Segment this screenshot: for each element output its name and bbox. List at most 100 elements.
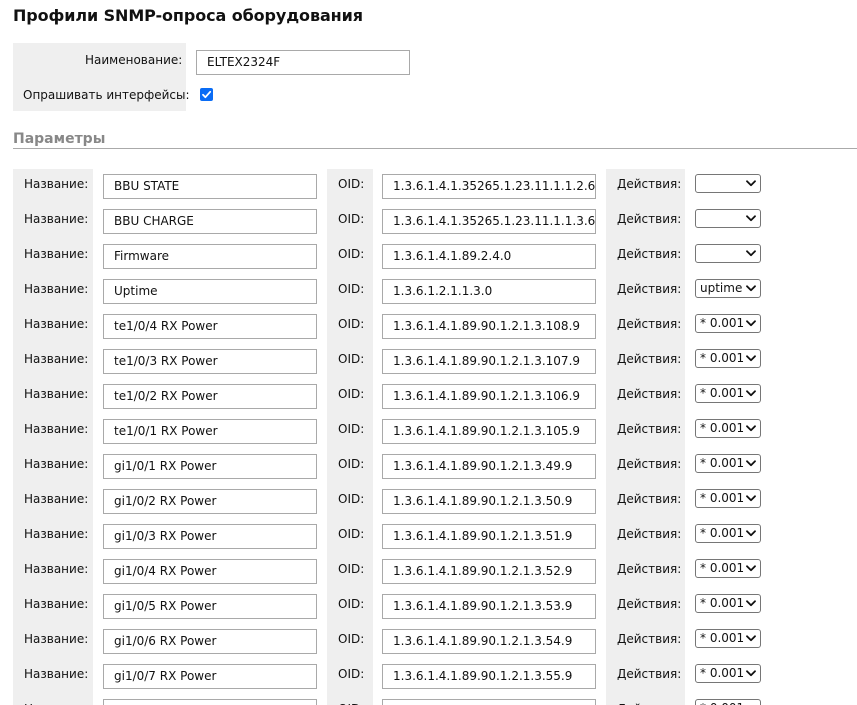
param-actions-label: Действия: (617, 177, 682, 191)
param-action-select[interactable]: * 0.001 (695, 314, 761, 333)
param-oid-label: OID: (338, 457, 365, 471)
param-oid-label: OID: (338, 562, 365, 576)
param-name-input[interactable]: gi1/0/3 RX Power (103, 524, 317, 549)
param-oid-input[interactable]: 1.3.6.1.4.1.89.90.1.2.1.3.107.9 (382, 349, 596, 374)
parameters-section-title: Параметры (13, 131, 106, 147)
chevron-down-icon (746, 285, 756, 292)
param-name-input[interactable] (103, 699, 317, 705)
param-oid-label: OID: (338, 597, 365, 611)
param-action-select[interactable]: * 0.001 (695, 349, 761, 368)
parameter-row: Название: gi1/0/5 RX Power OID: 1.3.6.1.4.1… (0, 589, 857, 624)
param-action-select[interactable]: * 0.001 (695, 489, 761, 508)
param-oid-input[interactable]: 1.3.6.1.2.1.1.3.0 (382, 279, 596, 304)
param-oid-input[interactable] (382, 699, 596, 705)
param-name-input[interactable]: Firmware (103, 244, 317, 269)
param-oid-input[interactable]: 1.3.6.1.4.1.89.90.1.2.1.3.51.9 (382, 524, 596, 549)
parameter-row: Название: te1/0/1 RX Power OID: 1.3.6.1.4.1… (0, 414, 857, 449)
param-oid-input[interactable]: 1.3.6.1.4.1.89.90.1.2.1.3.53.9 (382, 594, 596, 619)
param-oid-label: OID: (338, 632, 365, 646)
param-name-input[interactable]: gi1/0/4 RX Power (103, 559, 317, 584)
param-name-label: Название: (24, 527, 89, 541)
param-oid-input[interactable]: 1.3.6.1.4.1.89.90.1.2.1.3.105.9 (382, 419, 596, 444)
param-action-select[interactable] (695, 244, 761, 263)
profile-name-input[interactable]: ELTEX2324F (196, 50, 410, 75)
param-name-input[interactable]: gi1/0/6 RX Power (103, 629, 317, 654)
parameter-row: Название:OID:Действия:* 0.001 (0, 694, 857, 705)
param-oid-label: OID: (338, 247, 365, 261)
param-name-input[interactable]: gi1/0/5 RX Power (103, 594, 317, 619)
param-name-input[interactable]: gi1/0/1 RX Power (103, 454, 317, 479)
param-action-select[interactable]: * 0.001 (695, 699, 761, 705)
param-action-value: * 0.001 (700, 491, 745, 505)
chevron-down-icon (746, 460, 756, 467)
parameter-row: Название: BBU STATE OID: 1.3.6.1.4.1.35265.… (0, 169, 857, 204)
param-oid-label: OID: (338, 527, 365, 541)
param-action-select[interactable]: * 0.001 (695, 594, 761, 613)
param-name-label: Название: (24, 387, 89, 401)
parameter-row: Название: te1/0/3 RX Power OID: 1.3.6.1.4.1… (0, 344, 857, 379)
param-name-label: Название: (24, 212, 89, 226)
param-oid-input[interactable]: 1.3.6.1.4.1.89.90.1.2.1.3.49.9 (382, 454, 596, 479)
param-oid-label: OID: (338, 422, 365, 436)
chevron-down-icon (746, 635, 756, 642)
param-name-input[interactable]: te1/0/4 RX Power (103, 314, 317, 339)
param-actions-label: Действия: (617, 247, 682, 261)
parameter-row: Название: te1/0/4 RX Power OID: 1.3.6.1.4.1… (0, 309, 857, 344)
poll-interfaces-checkbox[interactable] (200, 88, 213, 101)
param-oid-input[interactable]: 1.3.6.1.4.1.89.90.1.2.1.3.54.9 (382, 629, 596, 654)
param-name-label: Название: (24, 282, 89, 296)
param-name-input[interactable]: gi1/0/7 RX Power (103, 664, 317, 689)
param-action-value: * 0.001 (700, 316, 745, 330)
param-action-select[interactable]: * 0.001 (695, 664, 761, 683)
param-name-label: Название: (24, 562, 89, 576)
param-action-select[interactable]: * 0.001 (695, 559, 761, 578)
chevron-down-icon (746, 565, 756, 572)
param-oid-input[interactable]: 1.3.6.1.4.1.35265.1.23.11.1.1.2.6713 (382, 174, 596, 199)
param-name-label: Название: (24, 247, 89, 261)
param-name-label: Название: (24, 457, 89, 471)
param-action-value: * 0.001 (700, 421, 745, 435)
chevron-down-icon (746, 390, 756, 397)
param-action-select[interactable]: * 0.001 (695, 419, 761, 438)
param-oid-label: OID: (338, 352, 365, 366)
parameter-row: Название: BBU CHARGE OID: 1.3.6.1.4.1.35265… (0, 204, 857, 239)
chevron-down-icon (746, 215, 756, 222)
param-action-select[interactable]: * 0.001 (695, 384, 761, 403)
param-action-select[interactable]: uptime (695, 279, 761, 298)
param-action-value: * 0.001 (700, 456, 745, 470)
param-oid-input[interactable]: 1.3.6.1.4.1.89.90.1.2.1.3.108.9 (382, 314, 596, 339)
param-name-input[interactable]: BBU CHARGE (103, 209, 317, 234)
param-oid-input[interactable]: 1.3.6.1.4.1.89.90.1.2.1.3.55.9 (382, 664, 596, 689)
param-name-input[interactable]: gi1/0/2 RX Power (103, 489, 317, 514)
param-oid-label: OID: (338, 317, 365, 331)
param-action-select[interactable]: * 0.001 (695, 629, 761, 648)
param-action-select[interactable] (695, 174, 761, 193)
param-oid-input[interactable]: 1.3.6.1.4.1.89.90.1.2.1.3.106.9 (382, 384, 596, 409)
param-action-value: * 0.001 (700, 631, 745, 645)
param-oid-input[interactable]: 1.3.6.1.4.1.89.90.1.2.1.3.52.9 (382, 559, 596, 584)
param-action-select[interactable]: * 0.001 (695, 524, 761, 543)
param-actions-label: Действия: (617, 597, 682, 611)
param-actions-label: Действия: (617, 457, 682, 471)
param-action-select[interactable]: * 0.001 (695, 454, 761, 473)
param-action-select[interactable] (695, 209, 761, 228)
param-name-input[interactable]: te1/0/1 RX Power (103, 419, 317, 444)
param-actions-label: Действия: (617, 317, 682, 331)
param-oid-label: OID: (338, 667, 365, 681)
param-oid-input[interactable]: 1.3.6.1.4.1.35265.1.23.11.1.1.3.6713 (382, 209, 596, 234)
param-oid-input[interactable]: 1.3.6.1.4.1.89.2.4.0 (382, 244, 596, 269)
param-oid-input[interactable]: 1.3.6.1.4.1.89.90.1.2.1.3.50.9 (382, 489, 596, 514)
param-oid-label: OID: (338, 177, 365, 191)
checkmark-icon (202, 90, 212, 99)
param-name-input[interactable]: te1/0/3 RX Power (103, 349, 317, 374)
param-name-input[interactable]: BBU STATE (103, 174, 317, 199)
page-title: Профили SNMP-опроса оборудования (13, 6, 363, 25)
param-name-input[interactable]: Uptime (103, 279, 317, 304)
param-actions-label: Действия: (617, 282, 682, 296)
param-action-value: * 0.001 (700, 351, 745, 365)
param-action-value: * 0.001 (700, 596, 745, 610)
parameter-row: Название: gi1/0/7 RX Power OID: 1.3.6.1.4.1… (0, 659, 857, 694)
param-name-label: Название: (24, 422, 89, 436)
param-action-value: uptime (700, 281, 743, 295)
param-name-input[interactable]: te1/0/2 RX Power (103, 384, 317, 409)
